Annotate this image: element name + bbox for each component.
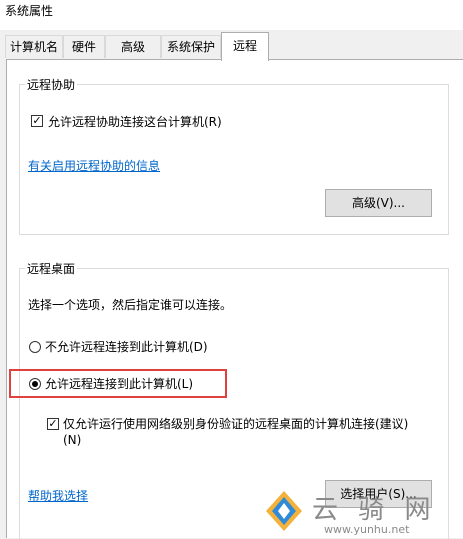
help-me-choose-link[interactable]: 帮助我选择 [28, 487, 88, 504]
watermark: 云 骑 网 www.yunhu.net [262, 485, 463, 538]
disallow-remote-radio[interactable] [29, 341, 41, 353]
tab-computer-name[interactable]: 计算机名 [5, 35, 63, 58]
advanced-button[interactable]: 高级(V)... [325, 189, 432, 217]
allow-remote-assistance-checkbox[interactable]: ✓ [31, 115, 43, 127]
watermark-cn-text: 云 骑 网 [312, 495, 437, 525]
title-bar: 系统属性 [0, 0, 463, 30]
tab-strip: 计算机名 硬件 高级 系统保护 远程 [0, 30, 463, 61]
nla-label-line2[interactable]: (N) [63, 433, 81, 447]
remote-assistance-info-link[interactable]: 有关启用远程协助的信息 [28, 157, 160, 174]
window-title: 系统属性 [5, 4, 54, 18]
tab-system-protection[interactable]: 系统保护 [161, 35, 221, 58]
allow-remote-assistance-label[interactable]: 允许远程协助连接这台计算机(R) [48, 113, 222, 130]
tab-advanced[interactable]: 高级 [105, 35, 161, 58]
remote-desktop-group-title: 远程桌面 [25, 260, 78, 277]
remote-desktop-instruction: 选择一个选项，然后指定谁可以连接。 [28, 298, 233, 312]
allow-remote-label[interactable]: 允许远程连接到此计算机(L) [45, 375, 193, 392]
nla-checkbox[interactable]: ✓ [47, 418, 59, 430]
tab-remote[interactable]: 远程 [221, 32, 269, 61]
watermark-url: www.yunhu.net [324, 523, 410, 536]
nla-label-line1[interactable]: 仅允许运行使用网络级别身份验证的远程桌面的计算机连接(建议) [63, 415, 408, 432]
radio-selected-dot [32, 381, 38, 387]
remote-assistance-group-title: 远程协助 [25, 76, 78, 93]
tab-hardware[interactable]: 硬件 [63, 35, 105, 58]
allow-remote-radio[interactable] [29, 378, 41, 390]
disallow-remote-label[interactable]: 不允许远程连接到此计算机(D) [45, 338, 208, 355]
tab-panel-remote: 远程协助 ✓ 允许远程协助连接这台计算机(R) 有关启用远程协助的信息 高级(V… [6, 59, 463, 539]
watermark-logo-icon [266, 491, 302, 531]
